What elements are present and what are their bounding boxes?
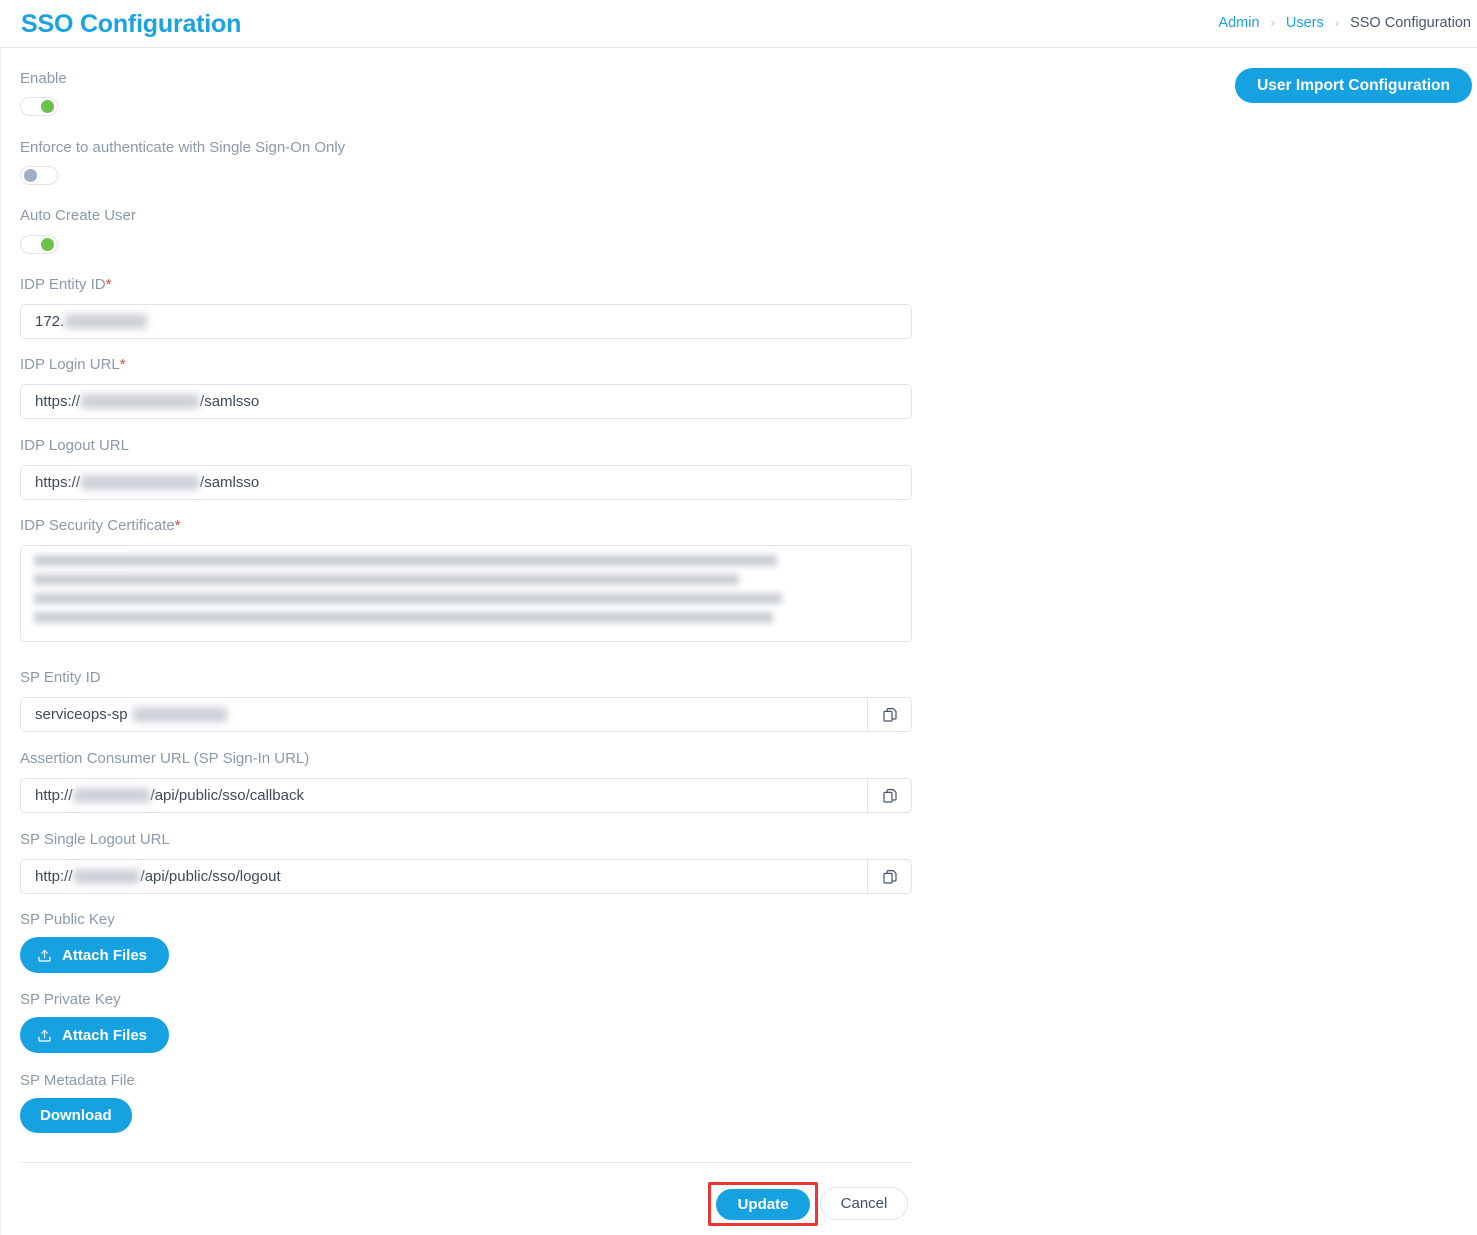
- page-title: SSO Configuration: [21, 10, 242, 38]
- input-value-prefix: https://: [35, 474, 81, 491]
- breadcrumb-item-users[interactable]: Users: [1286, 15, 1324, 31]
- input-value-suffix: /api/public/sso/logout: [140, 868, 281, 885]
- sp-entity-id-label: SP Entity ID: [20, 669, 101, 686]
- redacted-certificate-line: [34, 593, 782, 604]
- copy-icon: [882, 788, 897, 803]
- idp-login-url-input[interactable]: https:// /samlsso: [20, 384, 912, 419]
- copy-assertion-consumer-url-button[interactable]: [868, 778, 912, 813]
- sp-single-logout-url-input[interactable]: http:// /api/public/sso/logout: [20, 859, 868, 894]
- sp-metadata-file-label: SP Metadata File: [20, 1072, 135, 1089]
- form-content: User Import Configuration Enable Enforce…: [0, 48, 1477, 1235]
- input-value-prefix: serviceops-sp: [35, 706, 128, 723]
- update-button[interactable]: Update: [716, 1189, 810, 1220]
- attach-files-label: Attach Files: [62, 946, 148, 964]
- required-marker: *: [105, 276, 112, 293]
- idp-entity-id-label: IDP Entity ID*: [20, 276, 112, 293]
- required-marker: *: [119, 356, 126, 373]
- sp-entity-id-input[interactable]: serviceops-sp: [20, 697, 868, 732]
- user-import-configuration-button[interactable]: User Import Configuration: [1235, 68, 1472, 103]
- redacted-value: [73, 869, 140, 884]
- sp-public-key-label: SP Public Key: [20, 911, 115, 928]
- idp-login-url-label: IDP Login URL*: [20, 356, 126, 373]
- chevron-right-icon: ›: [1334, 14, 1340, 30]
- assertion-consumer-url-input[interactable]: http:// /api/public/sso/callback: [20, 778, 868, 813]
- sp-single-logout-url-label: SP Single Logout URL: [20, 831, 170, 848]
- idp-security-certificate-label: IDP Security Certificate*: [20, 517, 181, 534]
- copy-icon: [882, 869, 897, 884]
- required-marker: *: [174, 517, 181, 534]
- upload-icon: [36, 947, 53, 964]
- input-value-suffix: /api/public/sso/callback: [150, 787, 304, 804]
- redacted-certificate-line: [34, 612, 773, 623]
- redacted-certificate-line: [34, 574, 739, 585]
- redacted-value: [81, 394, 200, 409]
- idp-entity-id-input[interactable]: 172.: [20, 304, 912, 339]
- attach-files-label: Attach Files: [62, 1026, 148, 1044]
- enforce-sso-label: Enforce to authenticate with Single Sign…: [20, 139, 346, 156]
- sp-private-key-label: SP Private Key: [20, 991, 121, 1008]
- sp-metadata-download-button[interactable]: Download: [20, 1098, 132, 1133]
- enable-toggle[interactable]: [20, 97, 58, 116]
- page-header: SSO Configuration Admin › Users › SSO Co…: [0, 0, 1477, 48]
- breadcrumb: Admin › Users › SSO Configuration: [1218, 14, 1477, 32]
- enable-label: Enable: [20, 70, 67, 87]
- toggle-knob: [41, 100, 54, 113]
- input-value-prefix: http://: [35, 868, 73, 885]
- input-value-prefix: https://: [35, 393, 81, 410]
- upload-icon: [36, 1027, 53, 1044]
- redacted-value: [132, 707, 227, 722]
- sso-configuration-page: SSO Configuration Admin › Users › SSO Co…: [0, 0, 1477, 1235]
- redacted-value: [65, 314, 148, 329]
- input-value-suffix: /samlsso: [200, 474, 260, 491]
- redacted-certificate-line: [34, 555, 777, 566]
- chevron-right-icon: ›: [1270, 14, 1275, 30]
- idp-logout-url-label: IDP Logout URL: [20, 437, 129, 454]
- redacted-value: [73, 788, 150, 803]
- toggle-knob: [41, 238, 54, 251]
- input-value-suffix: /samlsso: [200, 393, 260, 410]
- idp-logout-url-input[interactable]: https:// /samlsso: [20, 465, 912, 500]
- footer-divider: [20, 1162, 912, 1163]
- auto-create-user-toggle[interactable]: [20, 235, 58, 254]
- input-value-prefix: http://: [35, 787, 73, 804]
- breadcrumb-item-current: SSO Configuration: [1350, 15, 1471, 31]
- idp-security-certificate-textarea[interactable]: [20, 545, 912, 642]
- input-value-prefix: 172.: [35, 313, 65, 330]
- auto-create-user-label: Auto Create User: [20, 207, 136, 224]
- copy-sp-single-logout-url-button[interactable]: [868, 859, 912, 894]
- enforce-sso-toggle[interactable]: [20, 166, 58, 185]
- assertion-consumer-url-label: Assertion Consumer URL (SP Sign-In URL): [20, 750, 310, 767]
- toggle-knob: [24, 169, 37, 182]
- sp-private-key-attach-files-button[interactable]: Attach Files: [20, 1017, 170, 1053]
- cancel-button[interactable]: Cancel: [820, 1187, 908, 1220]
- copy-icon: [882, 707, 897, 722]
- breadcrumb-item-admin[interactable]: Admin: [1218, 15, 1259, 31]
- copy-sp-entity-id-button[interactable]: [868, 697, 912, 732]
- redacted-value: [81, 475, 200, 490]
- sp-public-key-attach-files-button[interactable]: Attach Files: [20, 937, 170, 973]
